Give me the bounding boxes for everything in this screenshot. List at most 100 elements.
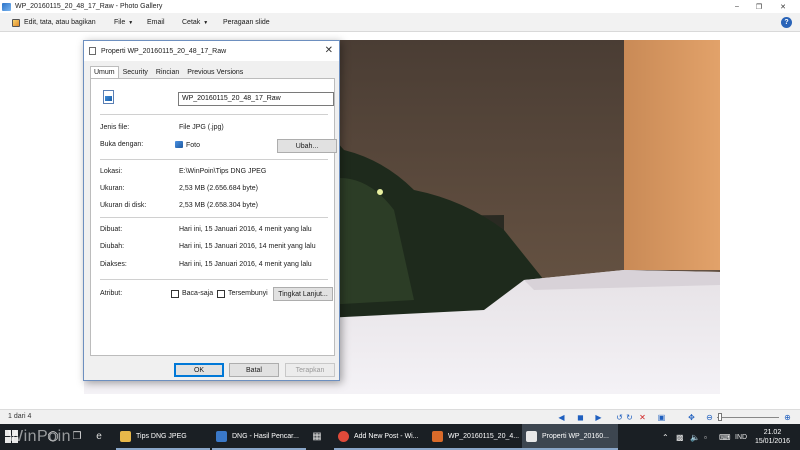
store-icon[interactable]: ▦ xyxy=(310,429,324,443)
edit-icon xyxy=(12,18,20,27)
taskbar-item-properties[interactable]: Properti WP_20160... xyxy=(522,424,618,450)
menu-bar: Edit, tata, atau bagikan File ▼ Email Ce… xyxy=(0,13,800,32)
volume-icon[interactable]: 🔈 xyxy=(690,424,700,450)
slideshow-menu[interactable]: Peragaan slide xyxy=(223,13,270,32)
task-view-icon[interactable]: ❒ xyxy=(70,429,84,443)
clock-date: 15/01/2016 xyxy=(754,438,790,445)
sizeondisk-value: 2,53 MB (2.658.304 byte) xyxy=(179,202,258,209)
print-menu[interactable]: Cetak ▼ xyxy=(182,13,208,32)
readonly-checkbox[interactable] xyxy=(171,290,179,298)
clock-time: 21.02 xyxy=(763,429,782,436)
accessed-label: Diakses: xyxy=(100,261,127,268)
openwith-value: Foto xyxy=(186,142,201,149)
close-icon[interactable]: ✕ xyxy=(325,45,333,56)
taskbar-item-dng-search[interactable]: DNG - Hasil Pencar... xyxy=(212,424,306,450)
attributes-label: Atribut: xyxy=(100,290,123,297)
play-slideshow-icon[interactable]: ◼ xyxy=(575,412,586,423)
photo-gallery-icon xyxy=(2,2,11,11)
apply-button[interactable]: Terapkan xyxy=(285,363,335,377)
chrome-icon xyxy=(338,430,349,442)
task-label: Tips DNG JPEG xyxy=(136,432,187,440)
delete-icon[interactable]: ✕ xyxy=(637,412,648,423)
change-button[interactable]: Ubah... xyxy=(277,139,337,153)
clock[interactable]: 21.02 15/01/2016 xyxy=(755,428,790,446)
folder-icon xyxy=(120,430,131,442)
size-value: 2,53 MB (2.656.684 byte) xyxy=(179,185,258,192)
cancel-button[interactable]: Batal xyxy=(229,363,279,377)
rotate-right-icon[interactable]: ↻ xyxy=(624,412,635,423)
hidden-checkbox[interactable] xyxy=(217,290,225,298)
slideshow-menu-label: Peragaan slide xyxy=(223,19,270,26)
divider xyxy=(100,114,328,115)
taskbar-item-add-new-post[interactable]: Add New Post - Wi... xyxy=(334,424,428,450)
zoom-in-icon[interactable]: ⊕ xyxy=(782,412,793,423)
properties-icon xyxy=(526,430,537,442)
navigation-bar: 1 dari 4 ◀ ◼ ▶ ↺ ↻ ✕ ▣ ✥ ⊖ ⊕ xyxy=(0,409,800,424)
tab-previous-versions[interactable]: Previous Versions xyxy=(183,66,247,78)
show-hidden-icons-icon[interactable]: ⌃ xyxy=(662,424,669,450)
taskbar-item-photo-gallery[interactable]: WP_20160115_20_4... xyxy=(428,424,522,450)
created-value: Hari ini, 15 Januari 2016, 4 menit yang … xyxy=(179,226,312,233)
file-menu[interactable]: File ▼ xyxy=(114,13,133,32)
divider xyxy=(100,279,328,280)
window-title: WP_20160115_20_48_17_Raw - Photo Gallery xyxy=(15,3,163,10)
page-count: 1 dari 4 xyxy=(8,413,32,420)
explorer-icon xyxy=(216,430,227,442)
chevron-down-icon: ▼ xyxy=(203,19,209,26)
help-icon[interactable]: ? xyxy=(781,17,792,28)
modified-label: Diubah: xyxy=(100,243,125,250)
location-label: Lokasi: xyxy=(100,168,123,175)
edit-share-label: Edit, tata, atau bagikan xyxy=(24,19,96,26)
advanced-button[interactable]: Tingkat Lanjut... xyxy=(273,287,333,301)
accessed-value: Hari ini, 15 Januari 2016, 4 menit yang … xyxy=(179,261,312,268)
dialog-title-bar: Properti WP_20160115_20_48_17_Raw ✕ xyxy=(84,41,339,61)
modified-value: Hari ini, 15 Januari 2016, 14 menit yang… xyxy=(179,243,316,250)
created-label: Dibuat: xyxy=(100,226,123,233)
taskbar: WinPoin ◯ ❒ e Tips DNG JPEG DNG - Hasil … xyxy=(0,424,800,450)
task-label: WP_20160115_20_4... xyxy=(448,432,520,440)
task-label: Add New Post - Wi... xyxy=(354,432,419,440)
previous-icon[interactable]: ◀ xyxy=(556,412,567,423)
close-window-button[interactable]: ✕ xyxy=(772,0,794,13)
photos-app-icon xyxy=(175,141,183,148)
readonly-label: Baca-saja xyxy=(182,290,214,297)
openwith-label: Buka dengan: xyxy=(100,141,144,148)
task-label: Properti WP_20160... xyxy=(542,432,609,440)
action-center-icon[interactable]: ▫ xyxy=(704,424,707,450)
file-properties-icon xyxy=(89,47,96,55)
taskbar-item-tips-dng-jpeg[interactable]: Tips DNG JPEG xyxy=(116,424,210,450)
chevron-down-icon: ▼ xyxy=(128,19,134,26)
file-menu-label: File xyxy=(114,19,126,26)
fit-window-icon[interactable]: ✥ xyxy=(686,412,697,423)
ok-button[interactable]: OK xyxy=(174,363,224,377)
dialog-title: Properti WP_20160115_20_48_17_Raw xyxy=(101,47,227,55)
minimize-button[interactable]: – xyxy=(726,0,748,13)
general-panel: WP_20160115_20_48_17_Raw Jenis file: Fil… xyxy=(90,78,337,356)
next-icon[interactable]: ▶ xyxy=(593,412,604,423)
edge-browser-icon[interactable]: e xyxy=(92,429,106,443)
zoom-slider-thumb[interactable] xyxy=(718,413,722,421)
size-label: Ukuran: xyxy=(100,185,125,192)
title-bar: WP_20160115_20_48_17_Raw - Photo Gallery… xyxy=(0,0,800,13)
zoom-slider-track[interactable] xyxy=(717,417,779,418)
filename-field[interactable]: WP_20160115_20_48_17_Raw xyxy=(178,92,334,106)
filetype-value: File JPG (.jpg) xyxy=(179,124,224,131)
task-label: DNG - Hasil Pencar... xyxy=(232,432,299,440)
hidden-label: Tersembunyi xyxy=(228,290,268,297)
winpoin-watermark: WinPoin xyxy=(8,428,72,445)
tab-security[interactable]: Security xyxy=(119,66,152,78)
edit-share-menu[interactable]: Edit, tata, atau bagikan xyxy=(12,13,96,32)
email-menu-label: Email xyxy=(147,19,165,26)
language-indicator[interactable]: IND xyxy=(735,424,747,450)
sizeondisk-label: Ukuran di disk: xyxy=(100,202,147,209)
email-menu[interactable]: Email xyxy=(147,13,165,32)
tab-details[interactable]: Rincian xyxy=(152,66,183,78)
zoom-out-icon[interactable]: ⊖ xyxy=(704,412,715,423)
display-icon[interactable]: ▣ xyxy=(656,412,667,423)
divider xyxy=(100,159,328,160)
keyboard-icon[interactable]: ⌨ xyxy=(719,424,731,450)
restore-button[interactable]: ❐ xyxy=(748,0,770,13)
image-file-icon xyxy=(103,90,114,104)
task-view-icon[interactable]: ◯ xyxy=(46,429,60,443)
network-icon[interactable]: ▩ xyxy=(676,424,684,450)
